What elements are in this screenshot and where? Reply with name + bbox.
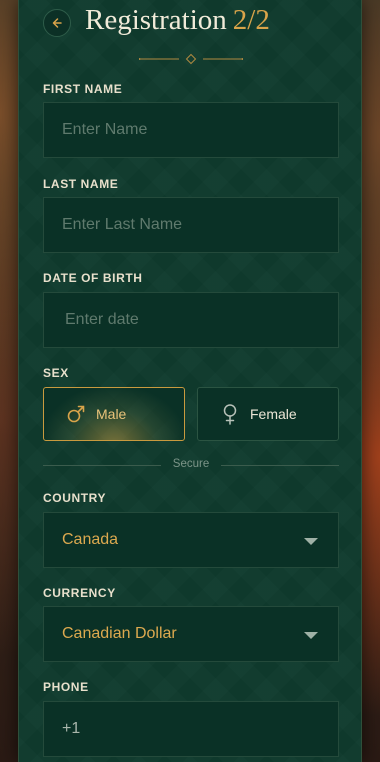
country-select[interactable]: Canada [43,512,339,568]
male-icon [66,404,86,424]
currency-label: CURRENCY [43,586,116,600]
secure-text: Secure [172,458,210,470]
phone-input[interactable]: +1 [43,701,339,757]
title-text: Registration [85,4,227,36]
phone-prefix: +1 [62,720,81,737]
phone-label: PHONE [43,680,89,694]
sex-label: SEX [43,366,69,380]
first-name-label: FIRST NAME [43,82,123,96]
chevron-down-icon [304,538,318,545]
first-name-input[interactable]: Enter Name [43,102,339,158]
step-indicator: 2/2 [232,4,270,36]
page-title: Registration 2/2 [85,4,270,37]
dob-input[interactable]: Enter date [43,292,339,348]
currency-value: Canadian Dollar [62,625,177,642]
back-button[interactable] [43,9,71,37]
title-ornament-icon [138,52,244,70]
secure-divider: Secure [43,458,339,472]
female-icon [220,403,240,425]
last-name-placeholder: Enter Last Name [62,216,183,233]
country-value: Canada [62,531,119,548]
arrow-left-icon [51,17,63,29]
dob-label: DATE OF BIRTH [43,271,143,285]
header: Registration 2/2 [19,0,363,70]
divider-line [221,465,339,466]
sex-option-male[interactable]: Male [43,387,185,441]
first-name-placeholder: Enter Name [62,121,148,138]
sex-option-label: Male [96,406,127,422]
country-label: COUNTRY [43,491,107,505]
sex-option-female[interactable]: Female [197,387,339,441]
last-name-input[interactable]: Enter Last Name [43,197,339,253]
last-name-label: LAST NAME [43,177,119,191]
registration-panel: Registration 2/2 FIRST NAME Enter Name LA… [18,0,362,762]
dob-placeholder: Enter date [65,311,139,328]
chevron-down-icon [304,632,318,639]
currency-select[interactable]: Canadian Dollar [43,606,339,662]
sex-option-label: Female [250,406,297,422]
